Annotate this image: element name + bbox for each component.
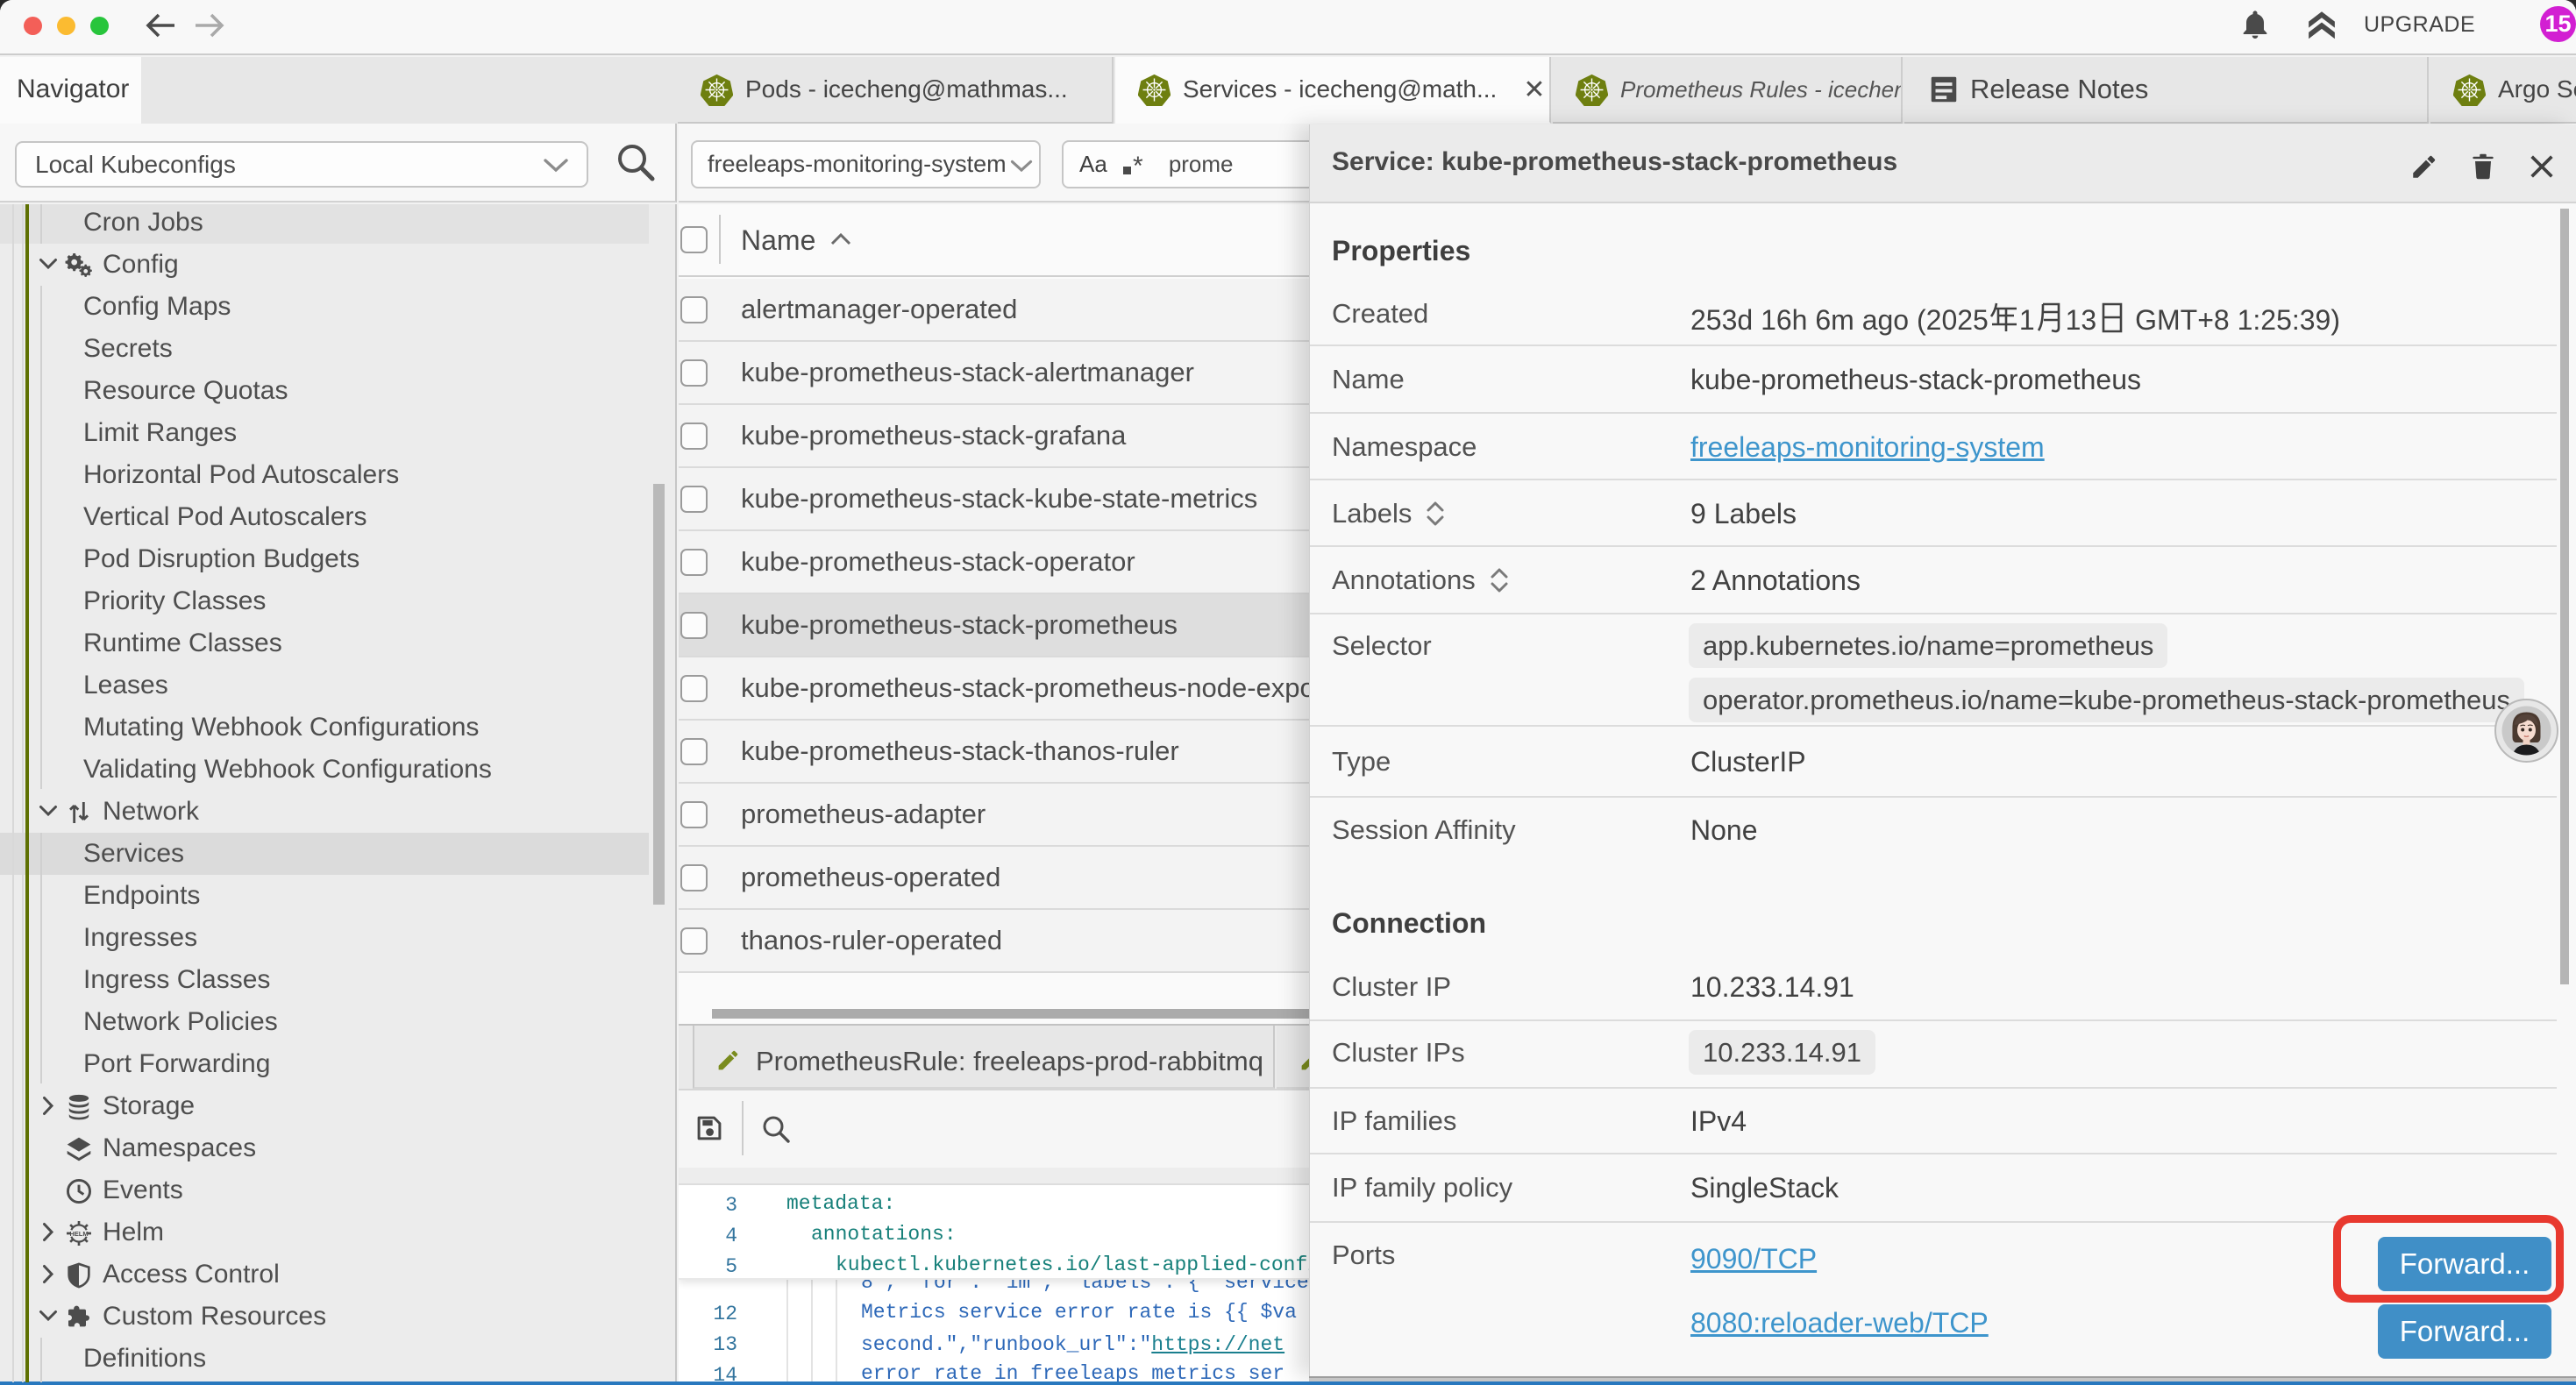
svg-text:HELM: HELM [69, 1230, 88, 1238]
svg-text:*: * [1133, 152, 1143, 180]
